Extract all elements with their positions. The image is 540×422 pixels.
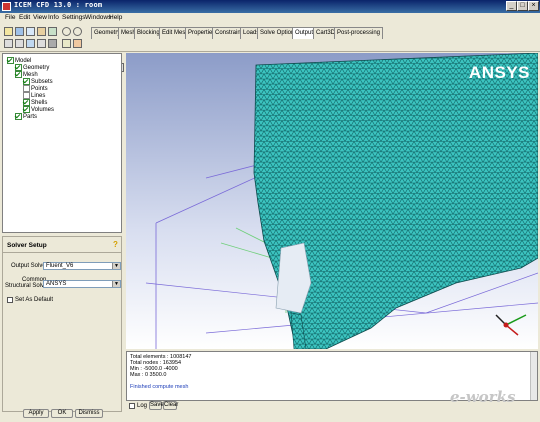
- console-controls: Log Save Clear e-works: [126, 388, 538, 421]
- set-as-default-checkbox[interactable]: [7, 297, 13, 303]
- minimize-button[interactable]: _: [506, 1, 517, 11]
- save-icon[interactable]: [15, 27, 24, 36]
- divider: [3, 252, 121, 253]
- checkbox-icon[interactable]: [23, 85, 30, 92]
- console-line: Max : 0 3500.0: [130, 372, 167, 378]
- watermark-logo: e-works: [450, 388, 516, 406]
- checkbox-icon[interactable]: [23, 78, 30, 85]
- menu-edit[interactable]: Edit: [19, 14, 30, 21]
- solver-setup-panel: Solver Setup ? Output Solver Fluent_V6 ▼ …: [2, 236, 122, 418]
- menu-windows[interactable]: Windows: [85, 14, 111, 21]
- log-checkbox[interactable]: [129, 403, 135, 409]
- menu-file[interactable]: File: [5, 14, 15, 21]
- tab-post-processing[interactable]: Post-processing: [334, 27, 384, 39]
- open-folder-icon[interactable]: [4, 27, 13, 36]
- clear-button[interactable]: Clear: [163, 401, 178, 410]
- graphics-viewport[interactable]: ANSYS: [126, 53, 538, 349]
- checkbox-icon[interactable]: [15, 71, 22, 78]
- checkbox-icon[interactable]: [23, 92, 30, 99]
- mesh-file-icon[interactable]: [37, 27, 46, 36]
- solid-icon[interactable]: [48, 39, 57, 48]
- maximize-button[interactable]: □: [517, 1, 528, 11]
- zoom-box-icon[interactable]: [15, 39, 24, 48]
- apply-button[interactable]: Apply: [23, 409, 49, 418]
- checkbox-icon[interactable]: [7, 57, 14, 64]
- geometry-file-icon[interactable]: [26, 27, 35, 36]
- chevron-down-icon: ▼: [112, 263, 120, 269]
- app-icon: [2, 2, 11, 11]
- fit-window-icon[interactable]: [4, 39, 13, 48]
- menu-view[interactable]: View: [33, 14, 47, 21]
- menu-settings[interactable]: Settings: [62, 14, 86, 21]
- title-bar: ICEM CFD 13.0 : room _ □ ×: [0, 0, 540, 13]
- output-solver-select[interactable]: Fluent_V6 ▼: [43, 262, 121, 270]
- console-line: Finished compute mesh: [130, 384, 189, 390]
- panel-title: Solver Setup: [7, 242, 47, 249]
- checkbox-icon[interactable]: [15, 113, 22, 120]
- close-button[interactable]: ×: [528, 1, 539, 11]
- measure-icon[interactable]: [26, 39, 35, 48]
- mesh-view[interactable]: [126, 53, 538, 349]
- menu-help[interactable]: Help: [109, 14, 122, 21]
- menu-bar: File Edit View Info Settings Windows Hel…: [0, 13, 540, 23]
- view-icon[interactable]: [62, 39, 71, 48]
- save-button[interactable]: Save: [149, 401, 164, 410]
- set-as-default-label: Set As Default: [15, 297, 54, 303]
- model-tree: Model Geometry Mesh Subsets Points Lines…: [2, 53, 122, 233]
- log-label: Log: [137, 403, 148, 409]
- console-scrollbar[interactable]: [530, 352, 537, 400]
- ansys-logo: ANSYS: [468, 63, 530, 82]
- chevron-down-icon: ▼: [112, 281, 120, 287]
- dismiss-button[interactable]: Dismiss: [75, 409, 103, 418]
- checkbox-icon[interactable]: [23, 106, 30, 113]
- checkbox-icon[interactable]: [23, 99, 30, 106]
- tree-item-parts[interactable]: Parts: [15, 113, 37, 120]
- structural-solver-select[interactable]: ANSYS ▼: [43, 280, 121, 288]
- checkbox-icon[interactable]: [15, 64, 22, 71]
- redo-icon[interactable]: [73, 27, 82, 36]
- ok-button[interactable]: OK: [51, 409, 73, 418]
- blocking-file-icon[interactable]: [48, 27, 57, 36]
- undo-icon[interactable]: [62, 27, 71, 36]
- wireframe-icon[interactable]: [37, 39, 46, 48]
- menu-info[interactable]: Info: [48, 14, 59, 21]
- window-title: ICEM CFD 13.0 : room: [14, 1, 103, 9]
- settings-icon[interactable]: [73, 39, 82, 48]
- help-icon[interactable]: ?: [113, 240, 118, 249]
